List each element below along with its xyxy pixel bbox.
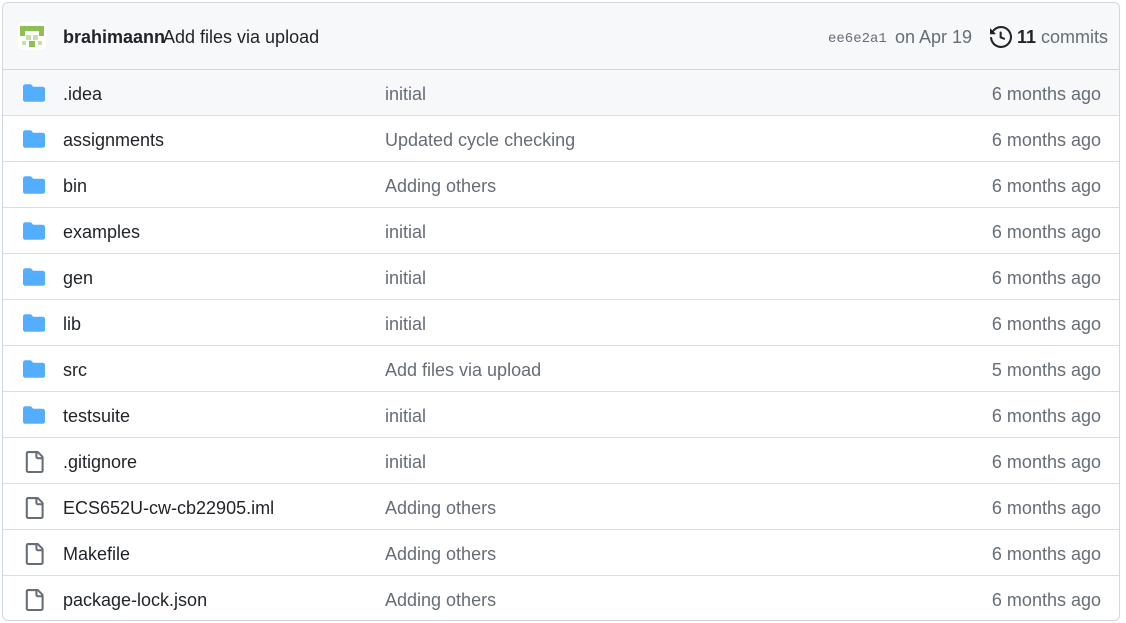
file-row[interactable]: src Add files via upload 5 months ago	[3, 346, 1119, 392]
file-commit-message-link[interactable]: initial	[385, 222, 426, 243]
file-name-link[interactable]: package-lock.json	[63, 590, 207, 611]
folder-icon-glyph	[23, 406, 45, 424]
file-icon-glyph	[25, 497, 44, 519]
file-row[interactable]: .gitignore initial 6 months ago	[3, 438, 1119, 484]
file-row[interactable]: examples initial 6 months ago	[3, 208, 1119, 254]
file-row[interactable]: gen initial 6 months ago	[3, 254, 1119, 300]
file-list: .idea initial 6 months ago assignments Updat…	[3, 70, 1119, 620]
file-name-link[interactable]: testsuite	[63, 406, 130, 427]
file-row[interactable]: testsuite initial 6 months ago	[3, 392, 1119, 438]
folder-icon	[23, 267, 45, 287]
file-name-link[interactable]: bin	[63, 176, 87, 197]
commits-label: commits	[1041, 26, 1109, 47]
file-icon	[23, 451, 45, 473]
file-commit-age: 6 months ago	[991, 314, 1101, 334]
folder-icon-glyph	[23, 130, 45, 148]
file-row[interactable]: lib initial 6 months ago	[3, 300, 1119, 346]
file-commit-age: 6 months ago	[991, 222, 1101, 242]
file-row[interactable]: bin Adding others 6 months ago	[3, 162, 1119, 208]
folder-icon-glyph	[23, 176, 45, 194]
file-commit-age: 6 months ago	[991, 544, 1101, 564]
file-name-link[interactable]: gen	[63, 268, 93, 289]
file-name-link[interactable]: examples	[63, 222, 140, 243]
commit-history-link[interactable]: 11 commits	[990, 26, 1108, 48]
latest-commit-bar: brahimaann Add files via upload ee6e2a1 …	[3, 3, 1119, 70]
file-name-link[interactable]: src	[63, 360, 87, 381]
file-row[interactable]: ECS652U-cw-cb22905.iml Adding others 6 mon…	[3, 484, 1119, 530]
file-commit-message-link[interactable]: Updated cycle checking	[385, 130, 575, 151]
file-commit-age: 6 months ago	[991, 130, 1101, 150]
file-icon-glyph	[25, 589, 44, 611]
file-icon	[23, 497, 45, 519]
author-avatar-icon[interactable]	[18, 22, 46, 50]
file-commit-message-link[interactable]: Adding others	[385, 590, 496, 611]
commit-author[interactable]: brahimaann	[63, 27, 165, 48]
commit-message[interactable]: Add files via upload	[163, 27, 319, 48]
file-commit-message-link[interactable]: Adding others	[385, 544, 496, 565]
file-commit-age: 6 months ago	[991, 590, 1101, 610]
file-icon	[23, 543, 45, 565]
folder-icon-glyph	[23, 268, 45, 286]
commit-sha[interactable]: ee6e2a1	[828, 31, 887, 47]
file-row[interactable]: assignments Updated cycle checking 6 month…	[3, 116, 1119, 162]
file-commit-message-link[interactable]: initial	[385, 268, 426, 289]
file-commit-message-link[interactable]: initial	[385, 406, 426, 427]
folder-icon-glyph	[23, 222, 45, 240]
commit-count: 11	[1017, 26, 1037, 47]
file-commit-age: 6 months ago	[991, 84, 1101, 104]
file-commit-message-link[interactable]: initial	[385, 84, 426, 105]
file-commit-age: 6 months ago	[991, 268, 1101, 288]
file-name-link[interactable]: lib	[63, 314, 81, 335]
file-icon-glyph	[25, 543, 44, 565]
file-commit-age: 5 months ago	[991, 360, 1101, 380]
file-icon	[23, 589, 45, 611]
folder-icon	[23, 405, 45, 425]
file-commit-age: 6 months ago	[991, 498, 1101, 518]
file-name-link[interactable]: assignments	[63, 130, 164, 151]
folder-icon-glyph	[23, 360, 45, 378]
folder-icon	[23, 129, 45, 149]
file-commit-message-link[interactable]: initial	[385, 314, 426, 335]
history-icon	[990, 26, 1012, 48]
file-row[interactable]: .idea initial 6 months ago	[3, 70, 1119, 116]
file-browser: brahimaann Add files via upload ee6e2a1 …	[2, 2, 1120, 621]
file-name-link[interactable]: .gitignore	[63, 452, 137, 473]
commit-date: on Apr 19	[895, 27, 973, 47]
file-name-link[interactable]: ECS652U-cw-cb22905.iml	[63, 498, 274, 519]
folder-icon	[23, 221, 45, 241]
folder-icon-glyph	[23, 314, 45, 332]
folder-icon	[23, 175, 45, 195]
folder-icon	[23, 359, 45, 379]
file-commit-age: 6 months ago	[991, 452, 1101, 472]
file-icon-glyph	[25, 451, 44, 473]
folder-icon	[23, 313, 45, 333]
file-commit-message-link[interactable]: Add files via upload	[385, 360, 541, 381]
file-commit-message-link[interactable]: initial	[385, 452, 426, 473]
file-name-link[interactable]: Makefile	[63, 544, 130, 565]
file-commit-age: 6 months ago	[991, 176, 1101, 196]
file-commit-message-link[interactable]: Adding others	[385, 498, 496, 519]
file-row[interactable]: Makefile Adding others 6 months ago	[3, 530, 1119, 576]
file-row[interactable]: package-lock.json Adding others 6 months a…	[3, 576, 1119, 620]
folder-icon	[23, 83, 45, 103]
file-commit-message-link[interactable]: Adding others	[385, 176, 496, 197]
file-name-link[interactable]: .idea	[63, 84, 102, 105]
file-commit-age: 6 months ago	[991, 406, 1101, 426]
folder-icon-glyph	[23, 84, 45, 102]
